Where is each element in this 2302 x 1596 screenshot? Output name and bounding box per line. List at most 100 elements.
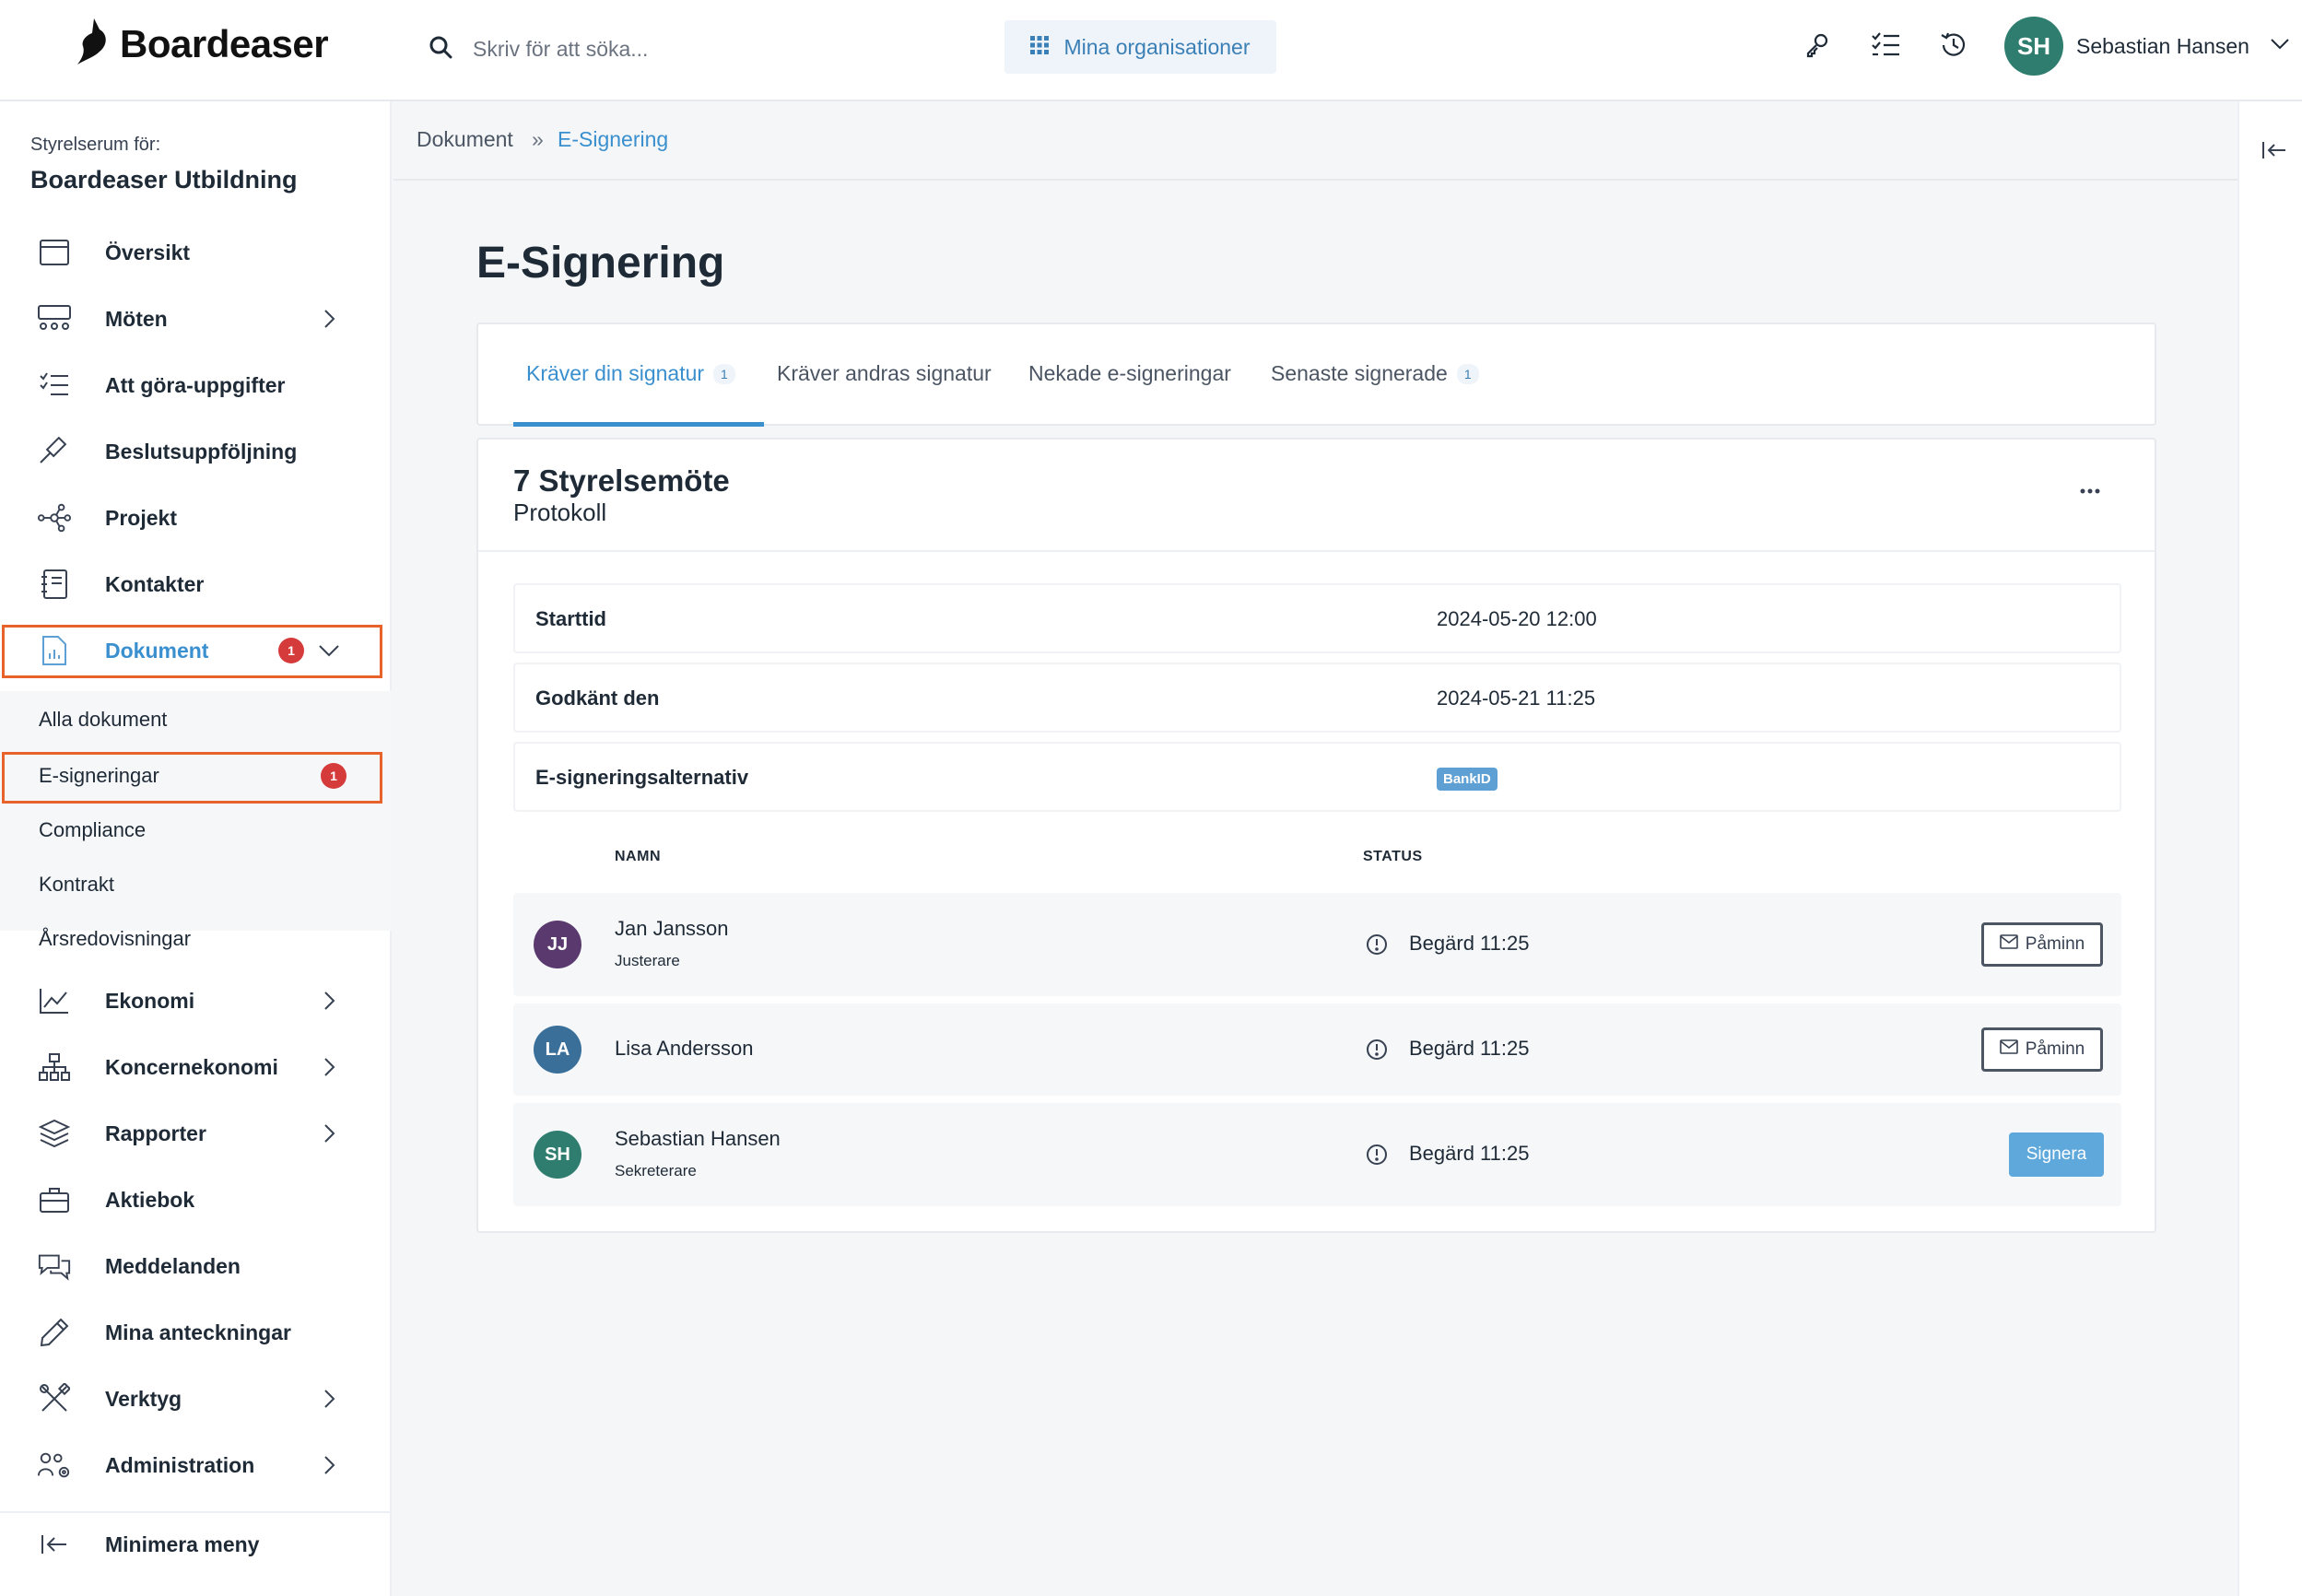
- remind-button[interactable]: Påminn: [1981, 1027, 2103, 1072]
- highlight-dokument: [2, 625, 382, 678]
- tab-count-badge: 1: [713, 363, 735, 384]
- sidebar-item-label: Möten: [105, 306, 168, 331]
- user-menu[interactable]: SH Sebastian Hansen: [2004, 17, 2290, 76]
- submenu-item-label: Compliance: [39, 818, 147, 841]
- info-label: E-signeringsalternativ: [535, 766, 749, 789]
- sidebar-item-label: Mina anteckningar: [105, 1320, 291, 1344]
- sidebar-item-anteckningar[interactable]: Mina anteckningar: [0, 1303, 392, 1362]
- expand-panel-icon[interactable]: [2261, 140, 2287, 165]
- minimize-menu-button[interactable]: Minimera meny: [0, 1515, 392, 1574]
- document-subtitle: Protokoll: [513, 499, 607, 526]
- calendar-window-icon: [37, 236, 72, 269]
- sidebar-item-beslut[interactable]: Beslutsuppföljning: [0, 422, 392, 481]
- sidebar-item-label: Meddelanden: [105, 1253, 241, 1278]
- remind-button-label: Påminn: [2025, 934, 2085, 954]
- tab-requires-others-signature[interactable]: Kräver andras signatur: [777, 361, 992, 386]
- signer-row: JJ Jan Jansson Justerare Begärd 11:25 På…: [513, 893, 2121, 996]
- grid-icon: [1030, 35, 1050, 60]
- sign-button[interactable]: Signera: [2009, 1132, 2104, 1177]
- breadcrumb-parent[interactable]: Dokument: [417, 127, 513, 152]
- submenu-item-arsredovisningar[interactable]: Årsredovisningar: [0, 912, 392, 966]
- sidebar-item-aktiebok[interactable]: Aktiebok: [0, 1170, 392, 1229]
- users-gear-icon: [37, 1449, 72, 1482]
- submenu-item-kontrakt[interactable]: Kontrakt: [0, 858, 392, 911]
- signer-status: Begärd 11:25: [1409, 1142, 1530, 1165]
- user-name: Sebastian Hansen: [2076, 33, 2249, 58]
- sidebar-item-todo[interactable]: Att göra-uppgifter: [0, 356, 392, 415]
- chevron-right-icon: [318, 1454, 340, 1476]
- info-row-esign-option: E-signeringsalternativ BankID: [513, 742, 2121, 812]
- collapse-left-icon: [37, 1528, 72, 1561]
- signer-name: Sebastian Hansen: [615, 1127, 781, 1150]
- info-value: 2024-05-20 12:00: [1437, 607, 1597, 630]
- sidebar-item-koncernekonomi[interactable]: Koncernekonomi: [0, 1038, 392, 1097]
- key-icon[interactable]: [1802, 29, 1833, 61]
- tasks-icon[interactable]: [1870, 29, 1901, 61]
- sidebar-item-label: Administration: [105, 1452, 255, 1477]
- pending-icon: [1366, 1144, 1388, 1166]
- signer-avatar: JJ: [534, 921, 581, 968]
- breadcrumb-separator: »: [532, 127, 544, 151]
- submenu-item-alla-dokument[interactable]: Alla dokument: [0, 693, 392, 746]
- chat-bubbles-icon: [37, 1250, 72, 1283]
- submenu-item-label: Årsredovisningar: [39, 927, 192, 950]
- right-panel-rail: [2237, 101, 2302, 1596]
- tabs-card: Kräver din signatur 1 Kräver andras sign…: [476, 323, 2156, 427]
- remind-button-label: Påminn: [2025, 1039, 2085, 1059]
- sidebar-item-rapporter[interactable]: Rapporter: [0, 1104, 392, 1163]
- sidebar-item-meddelanden[interactable]: Meddelanden: [0, 1237, 392, 1296]
- sidebar-item-label: Beslutsuppföljning: [105, 439, 298, 464]
- column-header-status: STATUS: [1363, 849, 1423, 864]
- sidebar-item-ekonomi[interactable]: Ekonomi: [0, 971, 392, 1030]
- sidebar-item-label: Aktiebok: [105, 1187, 195, 1212]
- dokument-submenu: Alla dokument E-signeringar 1 Compliance…: [0, 691, 392, 950]
- gavel-icon: [37, 435, 72, 468]
- sidebar-item-label: Kontakter: [105, 571, 205, 596]
- signer-status: Begärd 11:25: [1409, 932, 1530, 955]
- signer-name: Jan Jansson: [615, 917, 729, 940]
- sidebar-item-label: Koncernekonomi: [105, 1054, 278, 1079]
- submenu-item-compliance[interactable]: Compliance: [0, 804, 392, 857]
- submenu-item-label: Alla dokument: [39, 708, 168, 731]
- pending-icon: [1366, 933, 1388, 956]
- sidebar-item-administration[interactable]: Administration: [0, 1436, 392, 1495]
- envelope-icon: [1999, 1039, 2018, 1060]
- more-options-icon[interactable]: [2077, 484, 2103, 494]
- search-input[interactable]: [473, 36, 915, 62]
- bankid-badge: BankID: [1437, 768, 1497, 791]
- envelope-icon: [1999, 934, 2018, 955]
- brand-name: Boardeaser: [120, 21, 329, 65]
- meeting-icon: [37, 302, 72, 335]
- signer-avatar: SH: [534, 1131, 581, 1179]
- signer-row: SH Sebastian Hansen Sekreterare Begärd 1…: [513, 1103, 2121, 1206]
- sidebar-item-kontakter[interactable]: Kontakter: [0, 555, 392, 614]
- sidebar-item-projekt[interactable]: Projekt: [0, 488, 392, 547]
- sidebar-item-verktyg[interactable]: Verktyg: [0, 1369, 392, 1428]
- tab-declined-esignatures[interactable]: Nekade e-signeringar: [1028, 361, 1231, 386]
- pending-icon: [1366, 1039, 1388, 1061]
- signer-role: Justerare: [615, 952, 680, 969]
- active-tab-indicator: [513, 422, 764, 427]
- sidebar-item-oversikt[interactable]: Översikt: [0, 223, 392, 282]
- sidebar-item-label: Projekt: [105, 505, 177, 530]
- tab-label: Senaste signerade: [1271, 361, 1448, 385]
- column-header-name: NAMN: [615, 849, 661, 864]
- tab-count-badge: 1: [1456, 363, 1479, 384]
- my-organizations-button[interactable]: Mina organisationer: [1004, 20, 1276, 74]
- sidebar-item-label: Rapporter: [105, 1121, 206, 1145]
- signer-avatar: LA: [534, 1026, 581, 1074]
- header-actions: [1802, 29, 1969, 61]
- sidebar-item-label: Att göra-uppgifter: [105, 372, 286, 397]
- breadcrumb: Dokument » E-Signering: [393, 101, 2237, 181]
- user-avatar: SH: [2004, 17, 2063, 76]
- tab-recently-signed[interactable]: Senaste signerade 1: [1271, 361, 1479, 386]
- remind-button[interactable]: Påminn: [1981, 922, 2103, 967]
- info-row-approved-date: Godkänt den 2024-05-21 11:25: [513, 663, 2121, 733]
- sidebar-item-moten[interactable]: Möten: [0, 289, 392, 348]
- logo[interactable]: Boardeaser: [74, 17, 329, 71]
- search-bar: [429, 26, 945, 72]
- tab-label: Nekade e-signeringar: [1028, 361, 1231, 385]
- history-icon[interactable]: [1938, 29, 1969, 61]
- checklist-icon: [37, 369, 72, 402]
- tab-requires-your-signature[interactable]: Kräver din signatur 1: [526, 361, 735, 386]
